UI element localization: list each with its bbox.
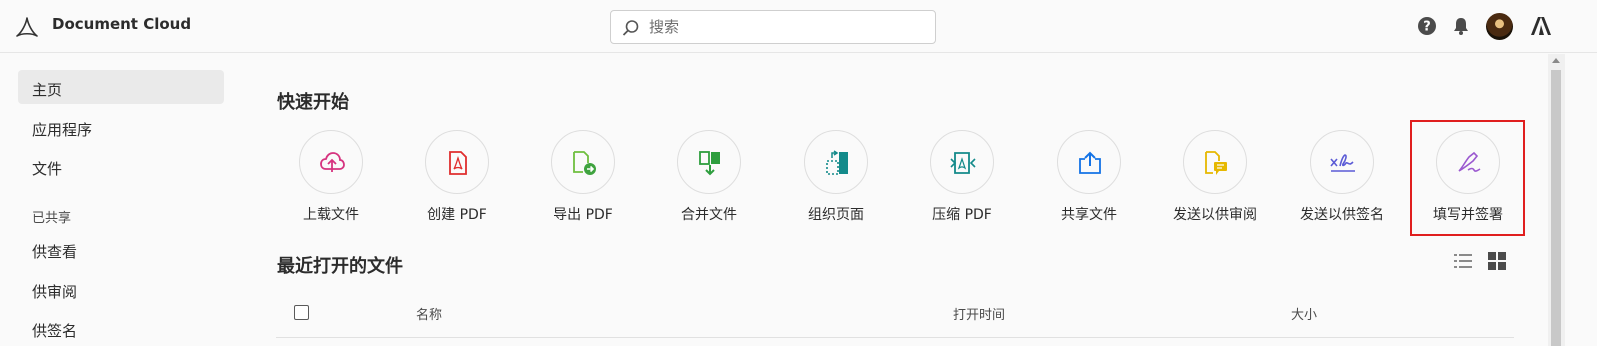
search-box[interactable] bbox=[610, 10, 936, 44]
send-for-signature-icon bbox=[1330, 154, 1355, 172]
recent-files-table-header: 名称 打开时间 大小 bbox=[276, 294, 1514, 338]
highlight-box bbox=[1410, 120, 1525, 236]
app-title[interactable]: Document Cloud bbox=[52, 15, 191, 33]
grid-view-icon[interactable] bbox=[1487, 251, 1507, 271]
tool-share-files[interactable]: 共享文件 bbox=[1029, 130, 1149, 230]
list-view-icon[interactable] bbox=[1453, 251, 1473, 271]
tool-circle bbox=[1183, 130, 1247, 194]
help-icon[interactable]: ? bbox=[1417, 16, 1437, 36]
tool-send-for-signature[interactable]: 发送以供签名 bbox=[1282, 130, 1402, 230]
tool-circle bbox=[551, 130, 615, 194]
tool-label: 发送以供审阅 bbox=[1173, 207, 1257, 223]
tool-circle bbox=[1057, 130, 1121, 194]
organize-pages-icon bbox=[826, 150, 848, 175]
tool-upload[interactable]: 上载文件 bbox=[271, 130, 391, 230]
tool-circle bbox=[425, 130, 489, 194]
avatar[interactable] bbox=[1486, 13, 1513, 40]
tool-label: 合并文件 bbox=[681, 207, 737, 223]
scroll-up-arrow-icon[interactable] bbox=[1552, 58, 1560, 63]
top-bar: Document Cloud ? bbox=[0, 0, 1597, 53]
tool-circle bbox=[299, 130, 363, 194]
tool-circle bbox=[930, 130, 994, 194]
adobe-acrobat-logo-icon[interactable] bbox=[14, 14, 40, 40]
share-file-icon bbox=[1079, 151, 1101, 174]
tool-label: 导出 PDF bbox=[553, 207, 613, 223]
combine-files-icon bbox=[699, 151, 720, 176]
quick-start-title: 快速开始 bbox=[277, 92, 349, 113]
column-header-opened[interactable]: 打开时间 bbox=[953, 304, 1005, 323]
adobe-logo-icon[interactable] bbox=[1530, 15, 1552, 37]
main-content: 快速开始 上载文件 创建 PDF 导出 PDF 合并文件 组织页面 压缩 PDF… bbox=[240, 54, 1548, 346]
column-header-name[interactable]: 名称 bbox=[416, 304, 442, 323]
sidebar: 主页 应用程序 文件 已共享 供查看 供审阅 供签名 bbox=[0, 54, 240, 346]
tool-circle bbox=[804, 130, 868, 194]
tool-export-pdf[interactable]: 导出 PDF bbox=[523, 130, 643, 230]
sidebar-item-for-view[interactable]: 供查看 bbox=[18, 232, 224, 266]
sidebar-section-shared: 已共享 bbox=[32, 211, 72, 226]
tool-label: 创建 PDF bbox=[427, 207, 487, 223]
tool-compress-pdf[interactable]: 压缩 PDF bbox=[902, 130, 1022, 230]
tool-label: 组织页面 bbox=[808, 207, 864, 223]
scrollbar[interactable] bbox=[1548, 54, 1565, 346]
tool-send-for-review[interactable]: 发送以供审阅 bbox=[1155, 130, 1275, 230]
tool-label: 上载文件 bbox=[303, 207, 359, 223]
create-pdf-icon bbox=[449, 151, 467, 175]
tool-label: 发送以供签名 bbox=[1300, 207, 1384, 223]
export-pdf-icon bbox=[573, 151, 596, 175]
sidebar-item-for-review[interactable]: 供审阅 bbox=[18, 272, 224, 306]
tool-label: 压缩 PDF bbox=[932, 207, 992, 223]
recent-files-title: 最近打开的文件 bbox=[277, 256, 403, 277]
scroll-thumb[interactable] bbox=[1551, 70, 1561, 346]
bell-icon[interactable] bbox=[1451, 16, 1471, 36]
tool-create-pdf[interactable]: 创建 PDF bbox=[397, 130, 517, 230]
send-for-review-icon bbox=[1205, 151, 1227, 175]
tool-organize-pages[interactable]: 组织页面 bbox=[776, 130, 896, 230]
sidebar-item-home[interactable]: 主页 bbox=[18, 70, 224, 104]
svg-text:?: ? bbox=[1423, 20, 1431, 35]
tool-circle bbox=[677, 130, 741, 194]
search-input[interactable] bbox=[649, 16, 929, 38]
sidebar-item-apps[interactable]: 应用程序 bbox=[18, 110, 224, 144]
sidebar-item-files[interactable]: 文件 bbox=[18, 149, 224, 183]
upload-cloud-icon bbox=[320, 152, 345, 172]
sidebar-item-for-signature[interactable]: 供签名 bbox=[18, 311, 224, 345]
select-all-checkbox[interactable] bbox=[294, 305, 309, 320]
compress-pdf-icon bbox=[950, 152, 976, 174]
column-header-size[interactable]: 大小 bbox=[1291, 304, 1317, 323]
tool-combine-files[interactable]: 合并文件 bbox=[649, 130, 769, 230]
tool-label: 共享文件 bbox=[1061, 207, 1117, 223]
tool-circle bbox=[1310, 130, 1374, 194]
search-icon bbox=[622, 20, 639, 36]
